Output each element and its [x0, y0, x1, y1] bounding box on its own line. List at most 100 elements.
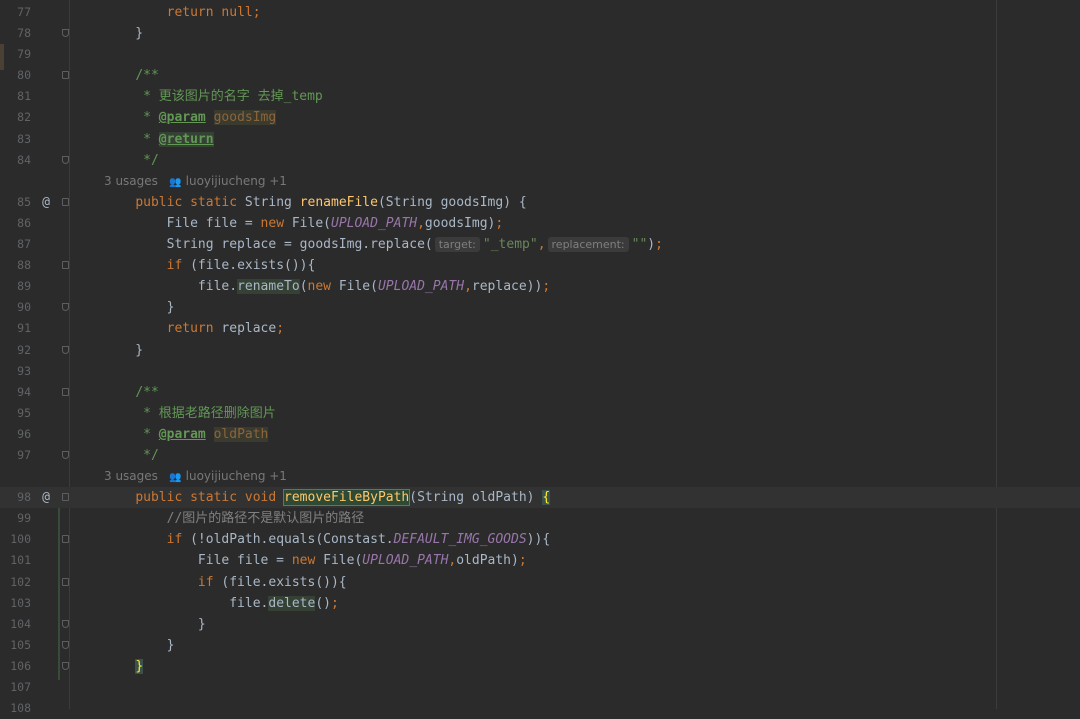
code-editor[interactable]: 77 return null; 78 } 79 80 /** 81 * 更该图片的名字 …	[0, 0, 1080, 715]
fold-marker-icon[interactable]	[62, 619, 69, 628]
line-code[interactable]: String replace = goodsImg.replace(target…	[104, 234, 663, 255]
line-number[interactable]: 90	[0, 297, 31, 318]
code-line[interactable]: 99 //图片的路径不是默认图片的路径	[0, 508, 1080, 529]
code-line[interactable]: 107	[0, 677, 1080, 698]
inlay-hint[interactable]: 3 usages 👥 luoyijiucheng +1	[104, 171, 287, 193]
fold-marker-icon[interactable]	[62, 29, 69, 38]
line-code[interactable]: }	[104, 340, 143, 361]
code-line[interactable]: 82 * @param goodsImg	[0, 107, 1080, 128]
code-line[interactable]: 80 /**	[0, 65, 1080, 86]
line-code[interactable]: public static String renameFile(String g…	[104, 192, 526, 213]
line-code[interactable]: * @param oldPath	[104, 424, 269, 445]
author-name[interactable]: luoyijiucheng +1	[182, 469, 287, 483]
line-number[interactable]: 91	[0, 318, 31, 339]
usages-count[interactable]: 3 usages	[104, 469, 158, 483]
fold-marker-icon[interactable]	[62, 450, 69, 459]
line-number[interactable]: 99	[0, 508, 31, 529]
code-line[interactable]: 94 /**	[0, 382, 1080, 403]
line-number[interactable]: 82	[0, 107, 31, 128]
line-number[interactable]: 92	[0, 340, 31, 361]
line-number[interactable]: 94	[0, 382, 31, 403]
code-line[interactable]: 91 return replace;	[0, 318, 1080, 339]
usages-count[interactable]: 3 usages	[104, 174, 158, 188]
line-code[interactable]: * 根据老路径删除图片	[104, 403, 276, 424]
line-code[interactable]: * @param goodsImg	[104, 107, 277, 128]
code-line[interactable]: 106 }	[0, 656, 1080, 677]
line-number[interactable]: 106	[0, 656, 31, 677]
line-number[interactable]: 98	[0, 487, 31, 508]
line-number[interactable]: 87	[0, 234, 31, 255]
line-number[interactable]: 85	[0, 192, 31, 213]
line-number[interactable]: 80	[0, 65, 31, 86]
line-code[interactable]: if (file.exists()){	[104, 255, 316, 276]
code-line[interactable]: 84 */	[0, 150, 1080, 171]
line-code[interactable]: file.renameTo(new File(UPLOAD_PATH,repla…	[104, 276, 550, 297]
code-line[interactable]: 81 * 更该图片的名字 去掉_temp	[0, 86, 1080, 107]
line-code[interactable]: File file = new File(UPLOAD_PATH,goodsIm…	[104, 213, 504, 234]
fold-marker-icon[interactable]	[62, 155, 69, 164]
line-number[interactable]: 89	[0, 276, 31, 297]
line-code[interactable]: File file = new File(UPLOAD_PATH,oldPath…	[104, 550, 527, 571]
code-line[interactable]: 103 file.delete();	[0, 593, 1080, 614]
code-line[interactable]: 83 * @return	[0, 129, 1080, 150]
code-line[interactable]: 85 @ public static String renameFile(Stri…	[0, 192, 1080, 213]
fold-marker-icon[interactable]	[62, 387, 69, 396]
line-number[interactable]: 77	[0, 2, 31, 23]
line-number[interactable]: 105	[0, 635, 31, 656]
override-marker-icon[interactable]: @	[38, 192, 54, 213]
code-line[interactable]: 104 }	[0, 614, 1080, 635]
code-line[interactable]: 88 if (file.exists()){	[0, 255, 1080, 276]
code-line[interactable]: 102 if (file.exists()){	[0, 572, 1080, 593]
code-line[interactable]: 96 * @param oldPath	[0, 424, 1080, 445]
inlay-hint[interactable]: 3 usages 👥 luoyijiucheng +1	[104, 466, 287, 488]
fold-marker-icon[interactable]	[62, 661, 69, 670]
line-number[interactable]: 88	[0, 255, 31, 276]
line-code[interactable]: //图片的路径不是默认图片的路径	[104, 508, 365, 529]
fold-marker-icon[interactable]	[62, 261, 69, 270]
code-line[interactable]: 77 return null;	[0, 2, 1080, 23]
line-code[interactable]: /**	[104, 382, 158, 403]
line-number[interactable]: 83	[0, 129, 31, 150]
line-number[interactable]: 81	[0, 86, 31, 107]
line-number[interactable]: 107	[0, 677, 31, 698]
fold-marker-icon[interactable]	[62, 577, 69, 586]
line-code[interactable]: */	[104, 150, 159, 171]
code-line[interactable]: 100 if (!oldPath.equals(Constast.DEFAULT…	[0, 529, 1080, 550]
line-number[interactable]: 95	[0, 403, 31, 424]
author-name[interactable]: luoyijiucheng +1	[182, 174, 287, 188]
line-code[interactable]: }	[104, 23, 143, 44]
line-code[interactable]: }	[104, 635, 175, 656]
code-line[interactable]: 89 file.renameTo(new File(UPLOAD_PATH,re…	[0, 276, 1080, 297]
line-number[interactable]: 104	[0, 614, 31, 635]
line-number[interactable]: 97	[0, 445, 31, 466]
code-line[interactable]: 98 @ public static void removeFileByPath(…	[0, 487, 1080, 509]
code-line[interactable]: 87 String replace = goodsImg.replace(tar…	[0, 234, 1080, 255]
code-line[interactable]: 105 }	[0, 635, 1080, 656]
line-code[interactable]: */	[104, 445, 159, 466]
line-code[interactable]: if (!oldPath.equals(Constast.DEFAULT_IMG…	[104, 529, 551, 550]
code-line[interactable]: 86 File file = new File(UPLOAD_PATH,good…	[0, 213, 1080, 234]
line-code[interactable]: return null;	[104, 2, 261, 23]
line-number[interactable]: 84	[0, 150, 31, 171]
line-number[interactable]: 78	[0, 23, 31, 44]
line-code[interactable]: public static void removeFileByPath(Stri…	[104, 487, 551, 508]
line-code[interactable]: if (file.exists()){	[104, 572, 347, 593]
code-line[interactable]: 78 }	[0, 23, 1080, 44]
line-number[interactable]: 101	[0, 550, 31, 571]
fold-marker-icon[interactable]	[62, 303, 69, 312]
line-number[interactable]: 79	[0, 44, 31, 65]
line-code[interactable]: return replace;	[104, 318, 284, 339]
usages-hint[interactable]: 3 usages 👥 luoyijiucheng +1	[0, 171, 1080, 192]
fold-marker-icon[interactable]	[62, 535, 69, 544]
fold-marker-icon[interactable]	[62, 71, 69, 80]
fold-marker-icon[interactable]	[62, 197, 69, 206]
line-code[interactable]: }	[104, 656, 144, 677]
line-number[interactable]: 93	[0, 361, 31, 382]
line-number[interactable]: 86	[0, 213, 31, 234]
code-line[interactable]: 93	[0, 361, 1080, 382]
line-number[interactable]: 96	[0, 424, 31, 445]
line-code[interactable]: * @return	[104, 129, 214, 150]
line-number[interactable]: 100	[0, 529, 31, 550]
line-code[interactable]: }	[104, 614, 206, 635]
code-line[interactable]: 97 */	[0, 445, 1080, 466]
